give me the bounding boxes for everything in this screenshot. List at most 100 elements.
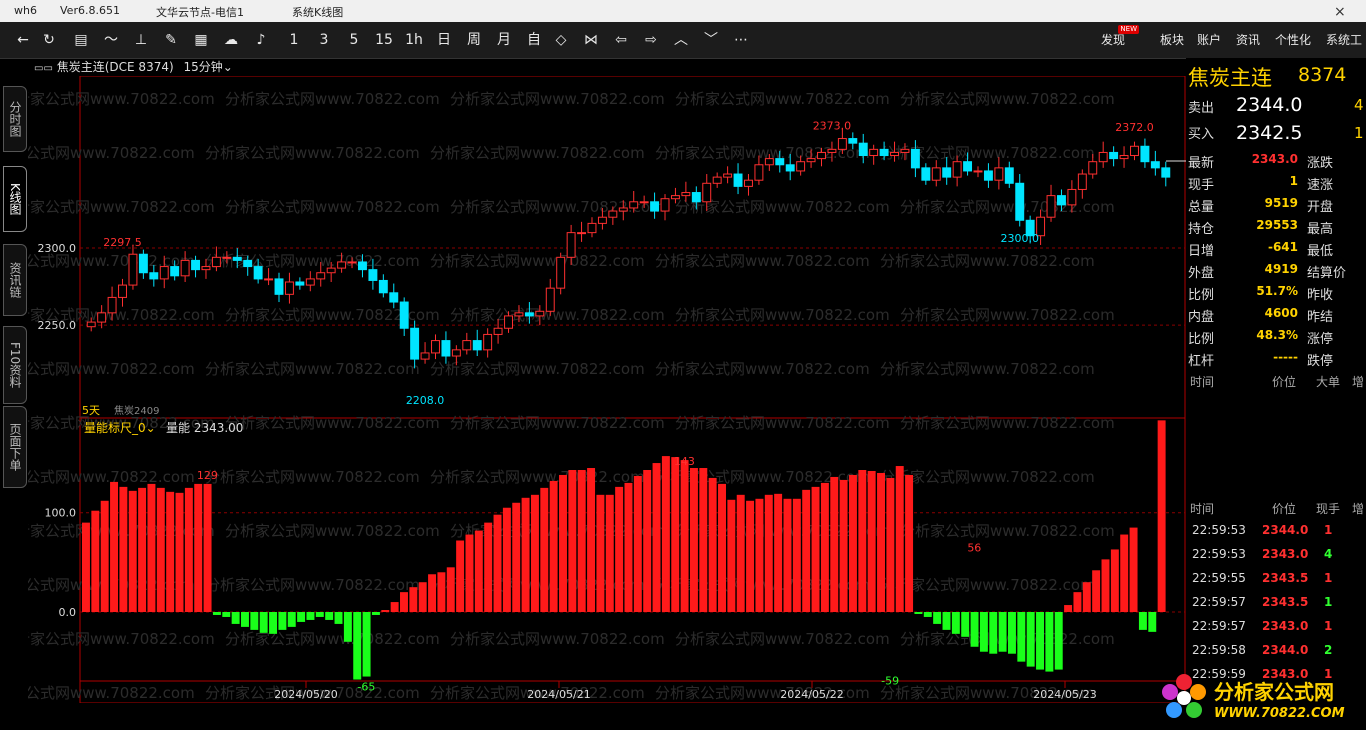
volume-bar bbox=[1054, 612, 1063, 670]
account-button[interactable]: 账户 bbox=[1197, 31, 1221, 48]
candle-body bbox=[243, 259, 253, 268]
tab-f10[interactable]: F10资料 bbox=[3, 326, 27, 404]
volume-bar bbox=[652, 463, 661, 612]
layout-icon[interactable]: ▭▭ bbox=[34, 63, 53, 74]
quote-row-label2: 涨跌 bbox=[1307, 156, 1334, 171]
server-label[interactable]: 文华云节点-电信1 bbox=[156, 4, 244, 20]
left-icon[interactable]: ⇦ bbox=[612, 30, 630, 50]
watermark-text: 分析家公式网www.70822.com bbox=[28, 630, 215, 648]
period-6[interactable]: 周 bbox=[464, 30, 484, 50]
period-select[interactable]: 15分钟⌄ bbox=[183, 60, 232, 74]
volume-bar bbox=[1148, 612, 1157, 632]
volume-bar bbox=[194, 483, 203, 612]
sector-button[interactable]: 板块 bbox=[1160, 31, 1184, 48]
table-icon[interactable]: ▤ bbox=[72, 30, 90, 50]
watermark-text: 分析家公式网www.70822.com bbox=[28, 684, 195, 702]
line-chart-icon[interactable]: 〜 bbox=[102, 30, 120, 50]
volume-bar bbox=[1129, 527, 1138, 612]
candle-body bbox=[1004, 167, 1014, 184]
candle-body bbox=[910, 148, 920, 169]
tab-timeshare[interactable]: 分时图 bbox=[3, 86, 27, 152]
chart-header: ▭▭ 焦炭主连(DCE 8374) 15分钟⌄ bbox=[34, 58, 233, 76]
period-1[interactable]: 3 bbox=[314, 30, 334, 50]
vol-tick-label: 0.0 bbox=[59, 606, 77, 619]
cloud-icon[interactable]: ☁ bbox=[222, 30, 240, 50]
candle-body bbox=[410, 327, 420, 360]
candle-body bbox=[900, 148, 910, 153]
watermark-text: 分析家公式网www.70822.com bbox=[900, 306, 1115, 324]
candle-icon[interactable]: ⊥ bbox=[132, 30, 150, 50]
period-5[interactable]: 日 bbox=[434, 30, 454, 50]
discover-button[interactable]: 发现 NEW bbox=[1101, 25, 1140, 48]
kline-chart[interactable]: 分析家公式网www.70822.com 分析家公式网www.70822.com 分析… bbox=[28, 76, 1186, 703]
price-annotation: 2208.0 bbox=[406, 394, 445, 407]
watermark-text: 分析家公式网www.70822.com bbox=[225, 90, 440, 108]
volume-bar bbox=[633, 475, 642, 612]
tick-time: 22:59:57 bbox=[1192, 595, 1246, 609]
news-button[interactable]: 资讯 bbox=[1236, 31, 1260, 48]
back-icon[interactable]: ← bbox=[14, 30, 32, 50]
volume-bar bbox=[1036, 612, 1045, 670]
up-icon[interactable]: ︿ bbox=[672, 30, 690, 50]
contract-note: 焦炭2409 bbox=[114, 404, 159, 417]
watermark-text: 分析家公式网www.70822.com bbox=[28, 144, 195, 162]
candle-body bbox=[806, 158, 816, 163]
volume-bar bbox=[456, 540, 465, 612]
tab-kline[interactable]: K线图 bbox=[3, 166, 27, 232]
more-icon[interactable]: ⋯ bbox=[732, 30, 750, 50]
grid-icon[interactable]: ▦ bbox=[192, 30, 210, 50]
volume-bar bbox=[269, 612, 278, 634]
close-icon[interactable]: × bbox=[1334, 4, 1346, 20]
volume-bar bbox=[222, 612, 231, 617]
tab-news-chain[interactable]: 资讯链 bbox=[3, 244, 27, 316]
period-7[interactable]: 月 bbox=[494, 30, 514, 50]
volume-bar bbox=[877, 472, 885, 612]
period-8[interactable]: 自 bbox=[524, 30, 544, 50]
price-annotation: 2300.0 bbox=[1000, 232, 1039, 245]
candle-body bbox=[1046, 195, 1056, 218]
candle-body bbox=[670, 195, 680, 200]
title-bar: wh6 Ver6.8.651 文华云节点-电信1 系统K线图 × bbox=[0, 0, 1366, 22]
quote-row-label2: 最高 bbox=[1307, 222, 1334, 237]
watermark-text: 分析家公式网www.70822.com bbox=[675, 90, 890, 108]
down-icon[interactable]: ﹀ bbox=[702, 30, 720, 50]
period-0[interactable]: 1 bbox=[284, 30, 304, 50]
period-2[interactable]: 5 bbox=[344, 30, 364, 50]
system-button[interactable]: 系统工 bbox=[1326, 31, 1362, 48]
watermark-text: 分析家公式网www.70822.com bbox=[430, 468, 645, 486]
candle-body bbox=[441, 340, 451, 357]
volume-bar bbox=[147, 483, 156, 612]
tick-price: 2344.0 bbox=[1262, 523, 1309, 537]
symbol-label[interactable]: 焦炭主连(DCE 8374) bbox=[57, 60, 174, 74]
volume-bar bbox=[521, 497, 530, 612]
right-icon[interactable]: ⇨ bbox=[642, 30, 660, 50]
volume-bar bbox=[680, 460, 689, 612]
volume-bar bbox=[923, 612, 932, 617]
quote-row-label: 最新 bbox=[1188, 156, 1215, 171]
tick-volume: 1 bbox=[1324, 619, 1333, 633]
period-3[interactable]: 15 bbox=[374, 30, 394, 50]
candle-body bbox=[650, 201, 660, 212]
personalize-button[interactable]: 个性化 bbox=[1275, 31, 1311, 48]
candle-body bbox=[535, 310, 545, 317]
volume-bar bbox=[119, 486, 128, 612]
watermark-text: 分析家公式网www.70822.com bbox=[225, 522, 440, 540]
tick-row: 22:59:55 2343.5 1 bbox=[1186, 568, 1366, 592]
period-4[interactable]: 1h bbox=[404, 30, 424, 50]
tab-order[interactable]: 页面下单 bbox=[3, 406, 27, 488]
quote-row-label: 内盘 bbox=[1188, 310, 1215, 325]
refresh-icon[interactable]: ↻ bbox=[40, 30, 58, 50]
y-tick-label: 2300.0 bbox=[38, 242, 77, 255]
zoom-out-icon[interactable]: ⋈ bbox=[582, 30, 600, 50]
system-label[interactable]: 系统K线图 bbox=[292, 4, 343, 20]
candle-body bbox=[295, 281, 305, 286]
quote-row-value: -641 bbox=[1267, 240, 1298, 254]
draw-icon[interactable]: ✎ bbox=[162, 30, 180, 50]
candle-body bbox=[284, 281, 294, 295]
quote-row: 持仓 29553 最高 bbox=[1186, 216, 1366, 238]
candle-body bbox=[128, 253, 138, 286]
bell-icon[interactable]: ♪ bbox=[252, 30, 270, 50]
zoom-in-icon[interactable]: ◇ bbox=[552, 30, 570, 50]
x-tick-label: 2024/05/23 bbox=[1033, 688, 1096, 701]
quote-row: 总量 9519 开盘 bbox=[1186, 194, 1366, 216]
